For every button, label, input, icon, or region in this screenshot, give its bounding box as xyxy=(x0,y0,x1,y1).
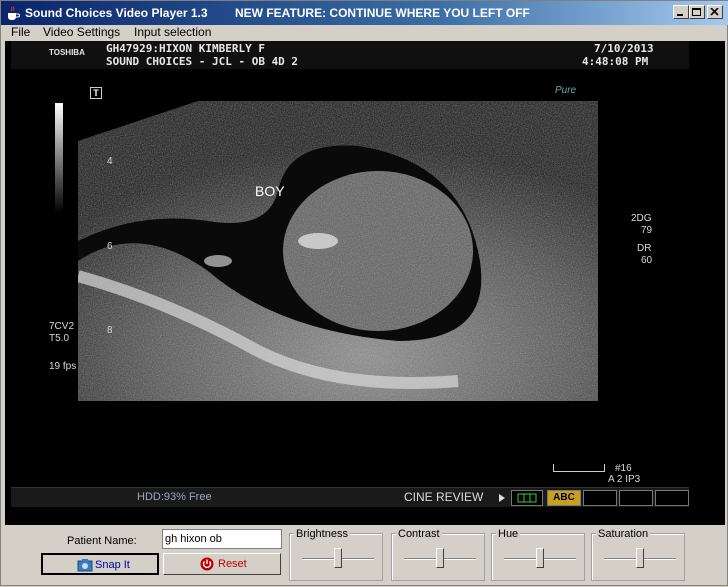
menu-bar: File Video Settings Input selection xyxy=(1,25,728,41)
reset-button[interactable]: Reset xyxy=(163,553,281,575)
facility-line: SOUND CHOICES - JCL - OB 4D 2 xyxy=(106,55,299,68)
status-slot-2 xyxy=(619,490,653,506)
java-cup-icon xyxy=(8,6,20,20)
hue-group: Hue xyxy=(491,528,585,581)
power-icon xyxy=(200,557,214,571)
depth-label-4: 4 xyxy=(107,156,113,167)
saturation-label: Saturation xyxy=(596,528,651,540)
exam-date: 7/10/2013 xyxy=(594,42,654,55)
brightness-group: Brightness xyxy=(289,528,383,581)
annotation-boy: BOY xyxy=(255,183,285,199)
saturation-group: Saturation xyxy=(591,528,685,581)
gray-scale-bar xyxy=(55,103,63,213)
ultrasound-image xyxy=(78,101,608,401)
minimize-icon xyxy=(677,14,683,16)
feature-notice: NEW FEATURE: CONTINUE WHERE YOU LEFT OFF xyxy=(235,6,530,20)
hue-slider[interactable] xyxy=(536,548,544,568)
text-mode-icon[interactable]: T xyxy=(90,87,102,99)
video-display[interactable]: TOSHIBA GH47929:HIXON KIMBERLY F SOUND C… xyxy=(5,41,725,525)
minimize-button[interactable] xyxy=(673,5,689,19)
contrast-slider[interactable] xyxy=(436,548,444,568)
scanner-brand: TOSHIBA xyxy=(49,48,85,57)
preset-label: A 2 IP3 xyxy=(608,474,641,485)
depth-label-6: 6 xyxy=(107,241,113,252)
probe-setting: T5.0 xyxy=(49,333,70,344)
patient-name-label: Patient Name: xyxy=(67,535,137,547)
contrast-label: Contrast xyxy=(396,528,442,540)
maximize-button[interactable] xyxy=(689,5,705,19)
reset-label: Reset xyxy=(218,558,247,570)
pure-logo: Pure xyxy=(555,85,577,96)
frame-rate: 19 fps xyxy=(49,361,77,372)
exam-time: 4:48:08 PM xyxy=(582,55,649,68)
abc-indicator: ABC xyxy=(547,490,581,506)
film-strip-icon xyxy=(517,493,537,503)
brightness-slider[interactable] xyxy=(334,548,342,568)
dr-label: DR xyxy=(637,243,652,254)
ultrasound-header: TOSHIBA GH47929:HIXON KIMBERLY F SOUND C… xyxy=(11,41,689,69)
depth-label-8: 8 xyxy=(107,325,113,336)
cine-buffer-box xyxy=(511,490,543,506)
hue-label: Hue xyxy=(496,528,521,540)
hdd-status: HDD:93% Free xyxy=(137,491,212,503)
menu-input-selection[interactable]: Input selection xyxy=(134,25,211,39)
contrast-group: Contrast xyxy=(391,528,485,581)
probe-label: 7CV2 xyxy=(49,321,75,332)
maximize-icon xyxy=(692,8,701,16)
play-arrow-icon xyxy=(499,494,505,502)
status-slot-3 xyxy=(655,490,689,506)
cine-review-label: CINE REVIEW xyxy=(404,490,484,504)
scale-bracket xyxy=(553,464,605,472)
status-bar: HDD:93% Free CINE REVIEW ABC xyxy=(11,487,689,507)
status-slot-1 xyxy=(583,490,617,506)
snap-it-button[interactable]: Snap It xyxy=(41,553,159,575)
camera-icon xyxy=(77,559,93,572)
control-panel: Patient Name: gh hixon ob Snap It Reset … xyxy=(1,525,728,587)
dr-value: 60 xyxy=(641,255,653,266)
patient-id-line: GH47929:HIXON KIMBERLY F xyxy=(106,42,265,55)
menu-video-settings[interactable]: Video Settings xyxy=(43,25,120,39)
close-button[interactable] xyxy=(707,5,723,19)
app-window: Sound Choices Video Player 1.3 NEW FEATU… xyxy=(0,0,728,586)
brightness-label: Brightness xyxy=(294,528,350,540)
title-bar: Sound Choices Video Player 1.3 NEW FEATU… xyxy=(1,1,728,25)
frame-number: #16 xyxy=(615,463,632,474)
window-title: Sound Choices Video Player 1.3 xyxy=(25,6,208,20)
snap-it-label: Snap It xyxy=(95,559,130,571)
gain-value: 79 xyxy=(641,225,653,236)
mode-label: 2DG xyxy=(631,213,652,224)
saturation-slider[interactable] xyxy=(636,548,644,568)
menu-file[interactable]: File xyxy=(11,25,30,39)
close-icon xyxy=(710,8,719,16)
patient-name-field[interactable]: gh hixon ob xyxy=(162,529,282,549)
